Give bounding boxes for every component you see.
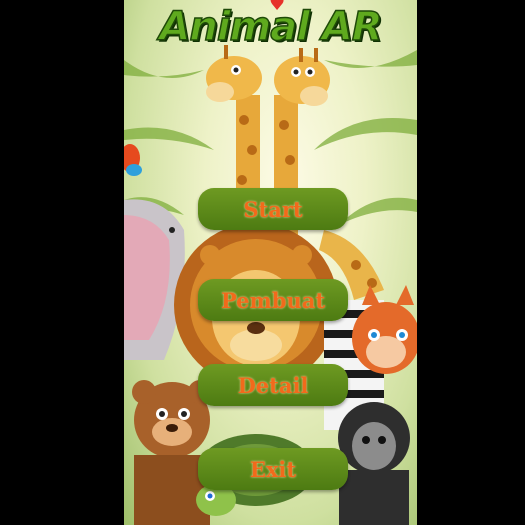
exit-button[interactable]: Exit — [198, 448, 348, 490]
fox-illustration — [352, 285, 417, 374]
pembuat-button[interactable]: Pembuat — [198, 279, 348, 321]
device-frame: ♥ Animal AR Start Pembuat Detail Exit — [0, 0, 525, 525]
bird-illustration — [124, 144, 142, 176]
app-screen: ♥ Animal AR Start Pembuat Detail Exit — [124, 0, 417, 525]
start-button[interactable]: Start — [198, 188, 348, 230]
monkey-illustration — [338, 402, 410, 525]
app-title: Animal AR — [159, 3, 384, 51]
detail-button[interactable]: Detail — [198, 364, 348, 406]
elephant-illustration — [124, 199, 185, 360]
jungle-background — [124, 45, 417, 525]
